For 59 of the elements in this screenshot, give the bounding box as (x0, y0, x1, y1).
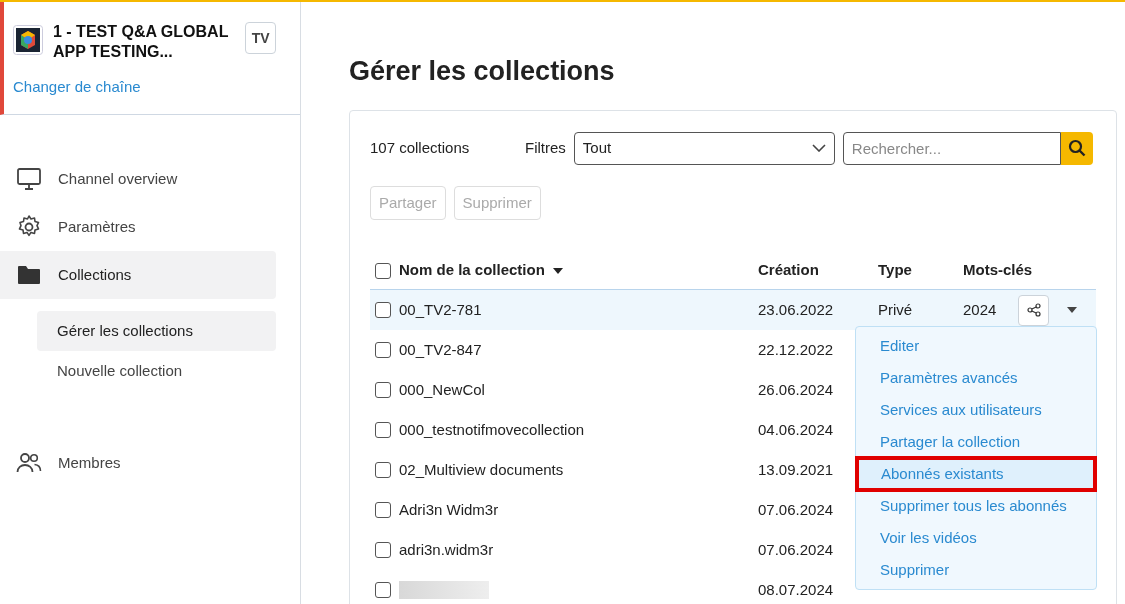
collection-name[interactable]: Adri3n Widm3r (399, 500, 499, 518)
highlighted-row[interactable]: 00_TV2-781 23.06.2022 Privé 2024 (370, 290, 1096, 330)
monitor-icon (16, 166, 42, 192)
row-checkbox[interactable] (375, 462, 391, 478)
search-button[interactable] (1060, 131, 1093, 165)
collection-name[interactable]: 000_NewCol (399, 380, 485, 398)
table-cell: Privé (878, 300, 913, 318)
channel-name: 1 - TEST Q&A GLOBAL APP TESTING... (53, 22, 230, 62)
table-cell: 04.06.2024 (758, 420, 834, 438)
filter-dropdown[interactable]: Tout (573, 131, 835, 165)
collection-name[interactable]: adri3n.widm3r (399, 540, 494, 558)
column-header[interactable]: Nom de la collection (399, 259, 545, 282)
channel-type-badge: TV (245, 22, 276, 54)
change-channel-link[interactable]: Changer de chaîne (13, 76, 141, 99)
select-all-checkbox[interactable] (375, 262, 391, 279)
share-button[interactable] (1018, 294, 1049, 326)
page-title: Gérer les collections (349, 55, 615, 88)
collection-count: 107 collections (370, 137, 471, 158)
filter-label: Filtres (525, 137, 566, 158)
row-checkbox[interactable] (375, 542, 391, 558)
sort-down-icon[interactable] (552, 267, 563, 274)
collection-name[interactable]: 02_Multiview documents (399, 460, 564, 478)
sidebar-item[interactable]: Channel overview (0, 155, 276, 203)
collection-name[interactable]: 00_TV2-781 (399, 300, 482, 318)
chevron-down-icon (811, 144, 826, 152)
menu-item[interactable]: Paramètres avancés (856, 362, 1096, 394)
row-checkbox[interactable] (375, 302, 391, 318)
search-icon (1067, 139, 1086, 157)
column-header[interactable]: Mots-clés (963, 259, 1033, 282)
row-checkbox[interactable] (375, 502, 391, 518)
sidebar-subitem[interactable]: Gérer les collections (37, 311, 276, 351)
menu-item[interactable]: Supprimer (856, 554, 1096, 586)
channel-logo-icon (13, 25, 43, 55)
row-checkbox[interactable] (375, 422, 391, 438)
menu-item[interactable]: Supprimer tous les abonnés (856, 490, 1096, 522)
share-icon (1026, 303, 1041, 317)
search-field[interactable]: Rechercher... (842, 131, 1061, 165)
sidebar-item[interactable]: Collections (0, 251, 276, 299)
sidebar-item[interactable]: Membres (0, 439, 276, 487)
row-checkbox[interactable] (375, 382, 391, 398)
table-cell: 23.06.2022 (758, 300, 834, 318)
menu-item[interactable]: Voir les vidéos (856, 522, 1096, 554)
collection-name[interactable]: 000_testnotifmovecollection (399, 420, 585, 438)
collection-name[interactable]: 00_TV2-847 (399, 340, 482, 358)
sidebar-item[interactable]: Paramètres (0, 203, 276, 251)
table-cell: 07.06.2024 (758, 540, 834, 558)
table-cell: 26.06.2024 (758, 380, 834, 398)
column-header[interactable]: Type (878, 259, 912, 282)
sidebar-subitem[interactable]: Nouvelle collection (37, 351, 276, 391)
row-checkbox[interactable] (375, 582, 391, 598)
table-cell: 07.06.2024 (758, 500, 834, 518)
row-checkbox[interactable] (375, 342, 391, 358)
menu-item[interactable]: Services aux utilisateurs (856, 394, 1096, 426)
column-header[interactable]: Création (758, 259, 819, 282)
table-cell: 22.12.2022 (758, 340, 834, 358)
table-cell: 08.07.2024 (758, 580, 834, 598)
caret-icon[interactable] (1067, 307, 1077, 313)
table-cell: 2024 (963, 300, 997, 318)
table-cell: 13.09.2021 (758, 460, 834, 478)
